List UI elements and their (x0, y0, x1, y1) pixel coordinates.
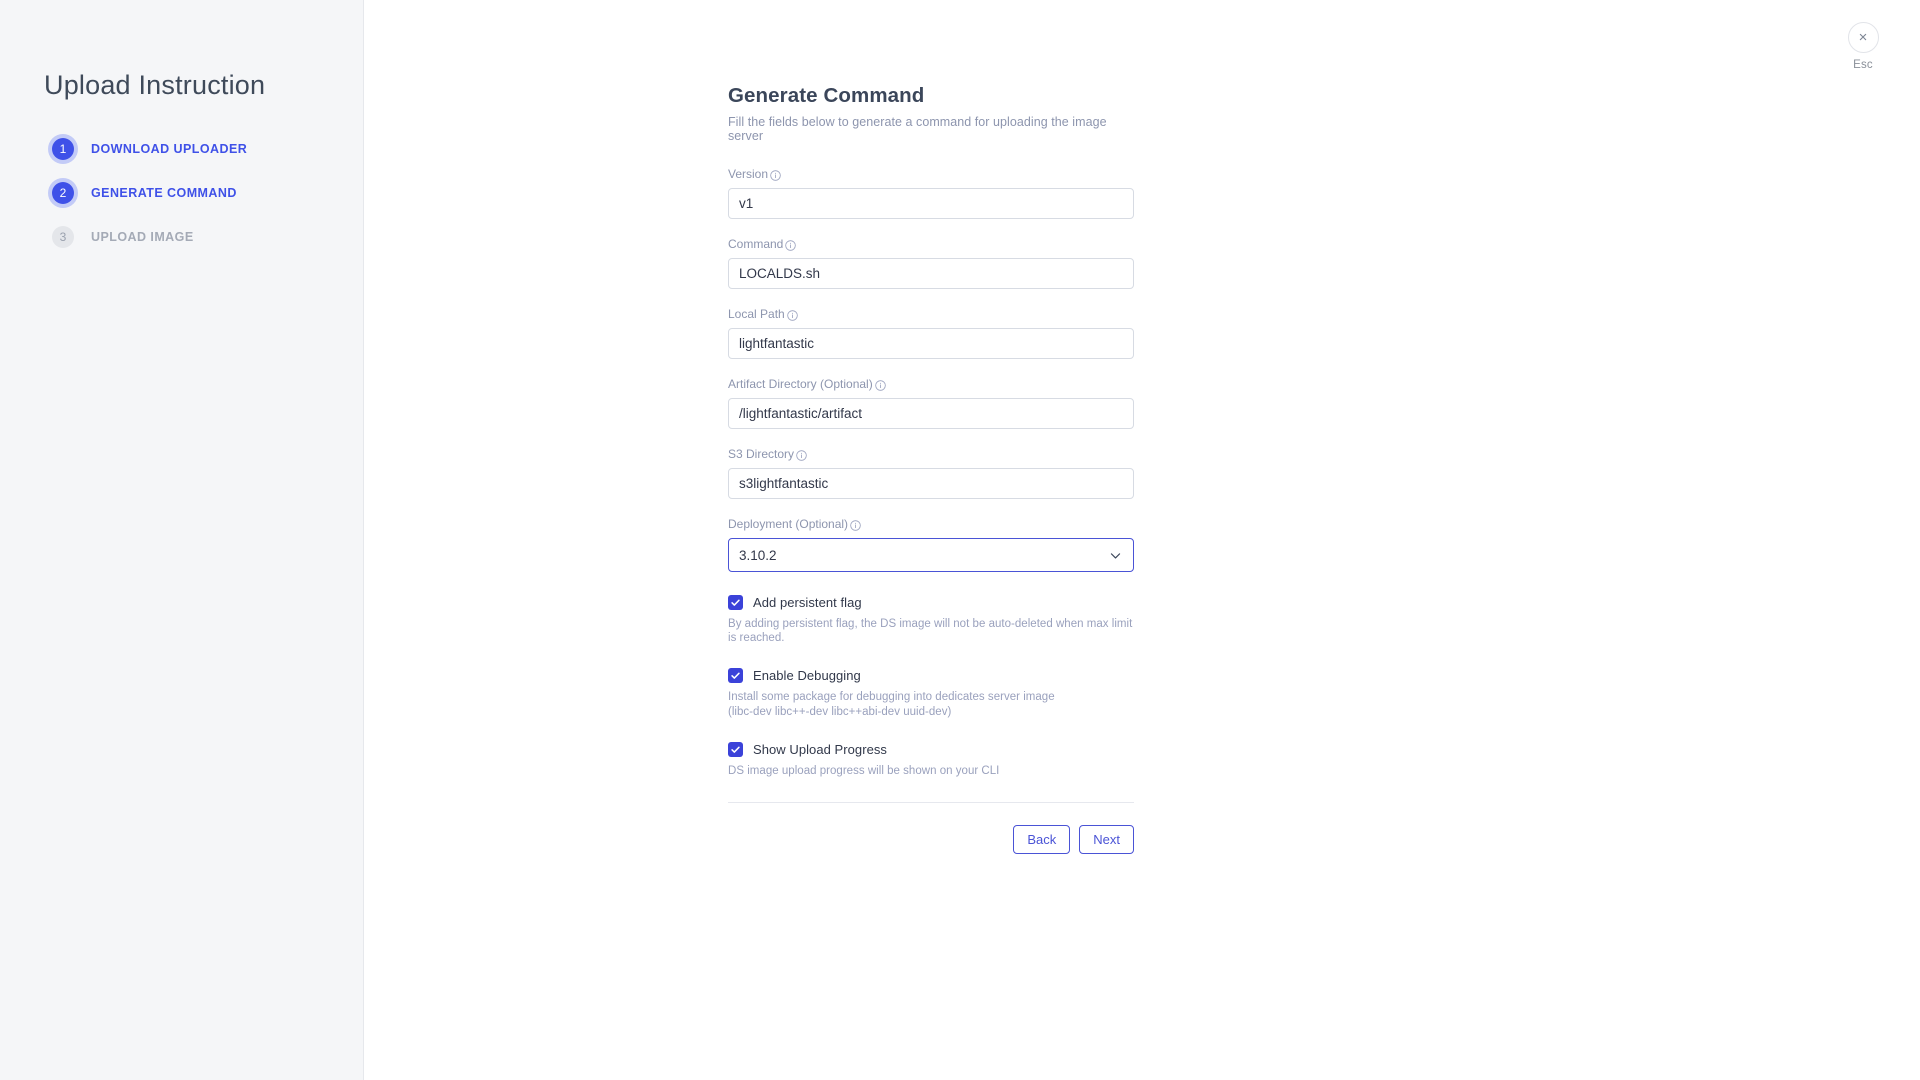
info-circle-icon[interactable] (770, 169, 781, 181)
sidebar-step-generate-command[interactable]: 2 GENERATE COMMAND (52, 171, 352, 215)
artifact-directory-input[interactable] (728, 398, 1134, 429)
local-path-input[interactable] (728, 328, 1134, 359)
sidebar: Upload Instruction 1 DOWNLOAD UPLOADER 2… (0, 0, 364, 1080)
close-icon[interactable]: × (1847, 22, 1879, 53)
info-circle-icon[interactable] (785, 239, 797, 251)
deployment-select[interactable] (728, 538, 1134, 572)
next-button[interactable]: Next (1079, 824, 1134, 854)
sidebar-step-download-uploader[interactable]: 1 DOWNLOAD UPLOADER (52, 127, 352, 171)
checkbox-row-show-upload-progress[interactable]: Show Upload Progress (728, 742, 1134, 758)
checkbox-label: Add persistent flag (753, 595, 862, 610)
deployment-select-value[interactable] (728, 538, 1134, 572)
field-label-text: Command (728, 237, 784, 251)
field-version: Version (728, 165, 1134, 219)
s3-directory-input[interactable] (728, 468, 1134, 499)
checkbox-checked-icon[interactable] (728, 668, 743, 684)
footer-divider (728, 801, 1134, 803)
sidebar-step-label: GENERATE COMMAND (91, 186, 237, 200)
checkbox-help-text-secondary: (libc-dev libc++-dev libc++abi-dev uuid-… (728, 705, 952, 718)
checkbox-checked-icon[interactable] (728, 595, 743, 610)
checkbox-help-text: By adding persistent flag, the DS image … (728, 618, 1133, 644)
field-deployment: Deployment (Optional) (728, 515, 1134, 572)
info-circle-icon[interactable] (796, 449, 807, 461)
esc-hint-label: Esc (1853, 59, 1873, 71)
checkbox-group-show-upload-progress: Show Upload Progress DS image upload pro… (728, 742, 1134, 779)
step-list: 1 DOWNLOAD UPLOADER 2 GENERATE COMMAND 3… (52, 127, 352, 259)
field-label-deployment: Deployment (Optional) (728, 517, 861, 531)
info-circle-icon[interactable] (874, 379, 886, 391)
checkbox-row-add-persistent-flag[interactable]: Add persistent flag (728, 595, 1134, 610)
step-number-badge: 2 (52, 182, 74, 204)
step-number-badge: 1 (52, 138, 74, 160)
field-label-text: Version (728, 167, 769, 181)
checkbox-label: Enable Debugging (753, 668, 861, 684)
field-label-text: Deployment (Optional) (728, 517, 849, 531)
back-button[interactable]: Back (1013, 824, 1071, 854)
generate-command-panel: Generate Command Fill the fields below t… (728, 84, 1134, 854)
field-command: Command (728, 235, 1134, 289)
sidebar-step-upload-image[interactable]: 3 UPLOAD IMAGE (52, 215, 352, 259)
field-label-local-path: Local Path (728, 307, 798, 321)
field-local-path: Local Path (728, 305, 1134, 359)
sidebar-step-label: DOWNLOAD UPLOADER (91, 142, 248, 156)
info-circle-icon[interactable] (850, 519, 861, 531)
field-label-command: Command (728, 237, 797, 251)
checkbox-group-persistent-flag: Add persistent flag By adding persistent… (728, 595, 1134, 645)
form-subtitle: Fill the fields below to generate a comm… (728, 115, 1107, 143)
field-s3-directory: S3 Directory (728, 445, 1134, 499)
page-title: Upload Instruction (44, 70, 266, 100)
checkbox-group-enable-debugging: Enable Debugging Install some package fo… (728, 668, 1134, 719)
checkbox-checked-icon[interactable] (728, 742, 743, 758)
field-label-text: Artifact Directory (Optional) (728, 377, 873, 391)
form-footer: Back Next (728, 824, 1134, 854)
field-label-s3-directory: S3 Directory (728, 447, 807, 461)
checkbox-help-text: Install some package for debugging into … (728, 691, 1055, 704)
field-label-text: S3 Directory (728, 447, 795, 461)
close-control-group: × Esc (1832, 22, 1894, 71)
info-circle-icon[interactable] (786, 309, 798, 321)
field-label-text: Local Path (728, 307, 785, 321)
field-label-artifact-directory: Artifact Directory (Optional) (728, 377, 886, 391)
sidebar-step-label: UPLOAD IMAGE (91, 230, 194, 244)
checkbox-help-text: DS image upload progress will be shown o… (728, 765, 1000, 778)
field-artifact-directory: Artifact Directory (Optional) (728, 375, 1134, 429)
version-input[interactable] (728, 188, 1134, 219)
field-label-version: Version (728, 167, 781, 181)
step-number-badge: 3 (52, 226, 74, 248)
checkbox-row-enable-debugging[interactable]: Enable Debugging (728, 668, 1134, 684)
form-title: Generate Command (728, 84, 925, 107)
command-input[interactable] (728, 258, 1134, 289)
checkbox-label: Show Upload Progress (753, 742, 887, 758)
